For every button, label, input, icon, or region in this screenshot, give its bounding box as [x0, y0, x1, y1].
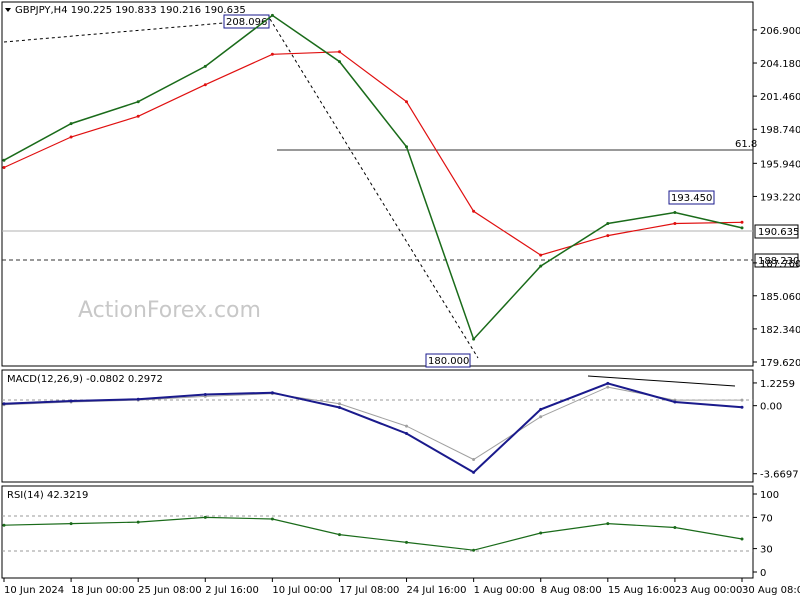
price-y-tick-label: 187.760 — [760, 259, 800, 270]
rsi-line-point — [673, 526, 677, 529]
rsi-y-tick-label: 100 — [760, 490, 779, 501]
rsi-line-point — [69, 522, 73, 526]
x-tick-label: 25 Jun 08:00 — [138, 585, 202, 596]
moving-average-line-point — [472, 209, 476, 213]
rsi-line-point — [472, 548, 476, 552]
rsi-title: RSI(14) 42.3219 — [7, 490, 88, 501]
macd-y-tick-label: 1.2259 — [760, 379, 795, 390]
macd-signal-line-point — [539, 415, 543, 419]
price-line-point — [338, 60, 341, 64]
x-tick-label: 23 Aug 00:00 — [675, 585, 742, 596]
rsi-line-point — [740, 537, 744, 541]
price-y-tick-label: 179.620 — [760, 358, 800, 369]
macd-line-point — [472, 470, 476, 474]
macd-line-point — [203, 393, 207, 396]
rsi-line-point — [203, 515, 207, 519]
price-y-axis: 206.900 204.180 201.460 198.740 195.940 193.2… — [753, 26, 800, 369]
macd-y-tick-label: -3.6697 — [760, 470, 799, 481]
price-line-point — [539, 264, 543, 268]
moving-average-line-point — [69, 135, 73, 139]
watermark: ActionForex.com — [78, 298, 261, 323]
macd-line-point — [69, 399, 73, 403]
moving-average-line-point — [270, 52, 274, 56]
price-line-point — [2, 158, 6, 162]
price-line-point — [472, 337, 476, 341]
macd-signal-line-point — [405, 424, 408, 428]
macd-title: MACD(12,26,9) -0.0802 0.2972 — [7, 374, 163, 385]
x-tick-label: 18 Jun 00:00 — [71, 585, 135, 596]
macd-line-point — [606, 381, 610, 385]
macd-line-point — [740, 405, 744, 409]
rsi-y-tick-label: 70 — [760, 513, 773, 524]
moving-average-line-point — [338, 50, 341, 54]
moving-average-line-point — [606, 234, 610, 238]
macd-line-point — [136, 397, 140, 401]
fib-label: 61.8 — [735, 139, 757, 150]
x-tick-label: 1 Aug 00:00 — [474, 585, 535, 596]
macd-line-point — [673, 400, 677, 404]
macd-line-point — [405, 432, 408, 435]
price-y-tick-label: 206.900 — [760, 26, 800, 37]
macd-line-point — [338, 406, 341, 409]
rsi-line-point — [405, 540, 408, 544]
macd-signal-line-point — [338, 402, 341, 406]
price-line-point — [673, 211, 677, 214]
macd-line-point — [2, 402, 6, 406]
rsi-line-point — [539, 531, 543, 535]
macd-panel-frame — [1, 369, 754, 483]
rsi-line-point — [136, 520, 140, 524]
moving-average-line-point — [405, 100, 408, 104]
rsi-line-point — [2, 523, 6, 527]
x-tick-label: 30 Aug 08:00 — [742, 585, 800, 596]
price-y-tick-label: 193.220 — [760, 192, 800, 203]
macd-line-point — [270, 391, 274, 395]
x-tick-label: 15 Aug 16:00 — [608, 585, 675, 596]
macd-signal-line-point — [740, 398, 744, 402]
chart-svg: GBPJPY,H4 190.225 190.833 190.216 190.63… — [1, 1, 800, 596]
price-y-tick-label: 198.740 — [760, 125, 800, 136]
price-y-tick-label: 195.940 — [760, 159, 800, 170]
rsi-panel-frame — [1, 485, 754, 579]
x-tick-label: 10 Jul 00:00 — [272, 585, 332, 596]
price-y-tick-label: 204.180 — [760, 59, 800, 70]
price-y-tick-label: 182.340 — [760, 325, 800, 336]
rsi-line-point — [606, 522, 610, 526]
recent-high-label: 193.450 — [671, 193, 712, 204]
low-label: 180.000 — [428, 356, 469, 367]
price-line-point — [69, 122, 73, 126]
x-tick-label: 8 Aug 08:00 — [541, 585, 602, 596]
price-y-tick-label: 201.460 — [760, 92, 800, 103]
x-tick-label: 10 Jun 2024 — [4, 585, 64, 596]
current-price-value: 190.635 — [758, 227, 799, 238]
rsi-y-tick-label: 0 — [760, 568, 766, 579]
macd-line-point — [539, 407, 543, 411]
moving-average-line-point — [2, 166, 6, 169]
x-tick-label: 24 Jul 16:00 — [407, 585, 467, 596]
macd-y-tick-label: 0.00 — [760, 402, 782, 413]
macd-signal-line-point — [606, 385, 610, 389]
rsi-y-tick-label: 30 — [760, 545, 773, 556]
moving-average-line-point — [136, 114, 140, 118]
x-axis: 10 Jun 2024 18 Jun 00:00 25 Jun 08:00 2 Jul… — [3, 578, 800, 596]
x-tick-label: 17 Jul 08:00 — [339, 585, 399, 596]
high-label: 208.096 — [226, 17, 267, 28]
rsi-line-point — [270, 517, 274, 521]
price-line-point — [405, 145, 408, 149]
macd-signal-line-point — [472, 458, 476, 461]
price-line-point — [203, 64, 207, 68]
moving-average-line-point — [740, 220, 744, 224]
macd-y-axis: 1.2259 0.00 -3.6697 — [753, 379, 799, 481]
price-y-tick-label: 185.060 — [760, 292, 800, 303]
price-line-point — [606, 222, 610, 225]
x-tick-label: 2 Jul 16:00 — [205, 585, 259, 596]
rsi-y-axis: 100 70 30 0 — [753, 490, 779, 579]
moving-average-line-point — [673, 222, 677, 225]
price-line-point — [136, 100, 140, 104]
moving-average-line-point — [203, 83, 207, 87]
price-line-point — [270, 13, 274, 17]
rsi-line-point — [338, 533, 341, 537]
price-line-point — [740, 226, 744, 230]
symbol-header: GBPJPY,H4 190.225 190.833 190.216 190.63… — [15, 5, 246, 16]
moving-average-line-point — [539, 253, 543, 257]
